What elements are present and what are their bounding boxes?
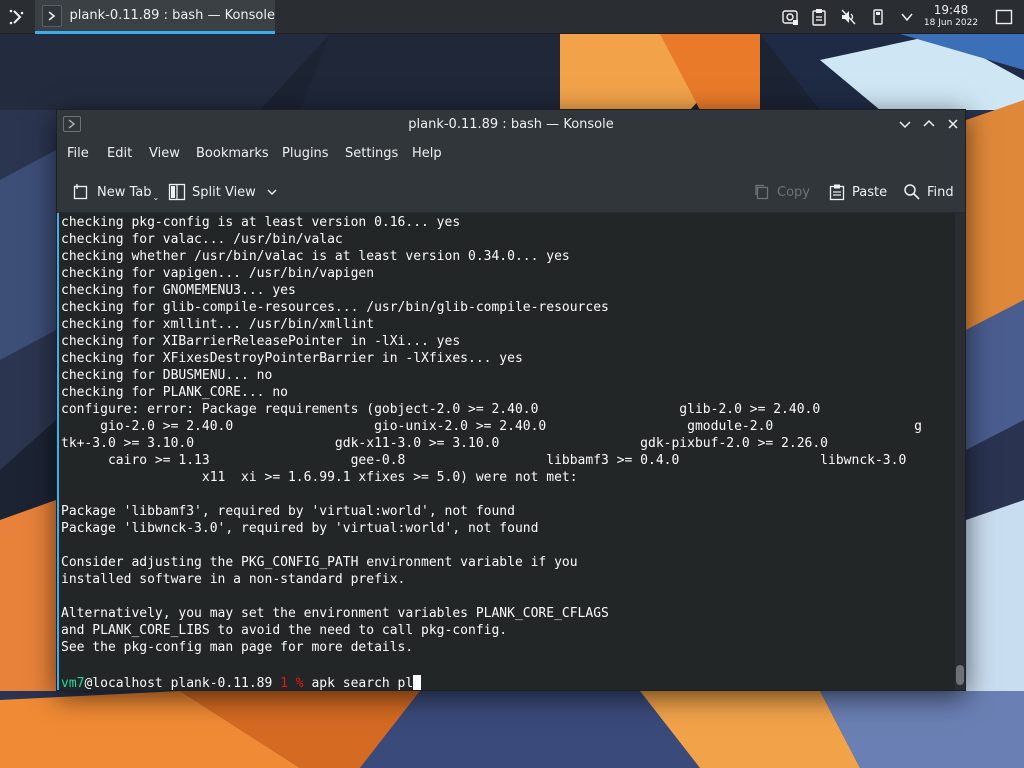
prompt-user: vm7 — [61, 676, 85, 690]
application-launcher-icon[interactable] — [6, 6, 28, 28]
terminal-line: and PLANK_CORE_LIBS to avoid the need to… — [61, 623, 508, 638]
terminal-line: installed software in a non-standard pre… — [61, 572, 406, 587]
split-view-label: Split View — [192, 184, 256, 200]
menu-edit[interactable]: Edit — [107, 146, 132, 161]
terminal-line: checking for valac... /usr/bin/valac — [61, 232, 343, 247]
search-icon — [904, 184, 920, 200]
minimize-button[interactable] — [897, 116, 913, 132]
menu-bar: File Edit View Bookmarks Plugins Setting… — [57, 138, 965, 170]
terminal-line: checking for DBUSMENU... no — [61, 368, 273, 383]
terminal-line: checking for PLANK_CORE... no — [61, 385, 288, 400]
copy-icon — [755, 184, 769, 200]
digital-clock[interactable]: 19:48 18 Jun 2022 — [920, 4, 982, 29]
prompt-exit-status: 1 % — [280, 676, 304, 690]
terminal-line: checking whether /usr/bin/valac is at le… — [61, 249, 570, 264]
terminal-line: x11 xi >= 1.6.99.1 xfixes >= 5.0) were n… — [61, 470, 578, 485]
paste-button[interactable]: Paste — [828, 181, 887, 203]
split-view-button[interactable]: Split View — [168, 181, 278, 203]
terminal-line: checking for glib-compile-resources... /… — [61, 300, 609, 315]
konsole-window: plank-0.11.89 : bash — Konsole File Edit… — [56, 109, 966, 691]
toolbar: New Tab ⌄ Split View Copy Paste Find — [57, 172, 965, 213]
terminal-line: checking pkg-config is at least version … — [61, 215, 461, 230]
copy-label: Copy — [777, 184, 810, 200]
chevron-down-icon[interactable] — [897, 7, 917, 27]
terminal-line: checking for GNOMEMENU3... yes — [61, 283, 296, 298]
new-tab-icon — [73, 184, 88, 200]
terminal-line: tk+-3.0 >= 3.10.0 gdk-x11-3.0 >= 3.10.0 … — [61, 436, 829, 451]
copy-button[interactable]: Copy — [753, 181, 810, 203]
konsole-icon — [42, 4, 62, 27]
terminal-scrollbar[interactable] — [955, 213, 965, 690]
shell-prompt[interactable]: vm7@localhost plank-0.11.89 1 % apk sear… — [61, 675, 422, 690]
chevron-down-icon — [267, 189, 277, 195]
terminal-line: checking for XIBarrierReleasePointer in … — [61, 334, 461, 349]
terminal-line: checking for vapigen... /usr/bin/vapigen — [61, 266, 375, 281]
window-titlebar[interactable]: plank-0.11.89 : bash — Konsole — [57, 110, 965, 138]
show-desktop-icon[interactable] — [994, 7, 1014, 27]
new-tab-label: New Tab — [97, 184, 152, 200]
prompt-command: apk search pl — [303, 676, 414, 690]
terminal-line: Package 'libwnck-3.0', required by 'virt… — [61, 521, 539, 536]
close-button[interactable] — [945, 116, 961, 132]
terminal-line: cairo >= 1.13 gee-0.8 libbamf3 >= 0.4.0 … — [61, 453, 907, 468]
menu-help[interactable]: Help — [412, 146, 442, 161]
clipboard-icon[interactable] — [809, 7, 829, 27]
maximize-button[interactable] — [921, 116, 937, 132]
usb-device-icon[interactable] — [868, 7, 888, 27]
terminal-line: checking for XFixesDestroyPointerBarrier… — [61, 351, 523, 366]
clock-time: 19:48 — [933, 3, 969, 17]
window-title: plank-0.11.89 : bash — Konsole — [408, 117, 614, 132]
prompt-host-dir: @localhost plank-0.11.89 — [84, 676, 281, 690]
paste-icon — [829, 184, 845, 201]
menu-bookmarks[interactable]: Bookmarks — [196, 146, 269, 161]
terminal-view[interactable]: checking pkg-config is at least version … — [57, 213, 955, 690]
terminal-line: checking for xmllint... /usr/bin/xmllint — [61, 317, 375, 332]
terminal-output: checking pkg-config is at least version … — [61, 214, 922, 656]
menu-settings[interactable]: Settings — [345, 146, 398, 161]
find-button[interactable]: Find — [903, 181, 954, 203]
terminal-line: configure: error: Package requirements (… — [61, 402, 821, 417]
volume-muted-icon[interactable] — [838, 7, 858, 27]
vault-icon[interactable] — [780, 7, 800, 27]
paste-label: Paste — [852, 184, 888, 200]
terminal-line: Package 'libbamf3', required by 'virtual… — [61, 504, 515, 519]
find-label: Find — [927, 184, 954, 200]
terminal-line: Alternatively, you may set the environme… — [61, 606, 609, 621]
focus-indicator — [57, 213, 59, 690]
scrollbar-thumb[interactable] — [956, 665, 964, 685]
menu-file[interactable]: File — [67, 146, 89, 161]
menu-view[interactable]: View — [149, 146, 180, 161]
new-tab-button[interactable]: New Tab ⌄ — [73, 181, 159, 203]
taskbar-task-konsole[interactable]: plank-0.11.89 : bash — Konsole — [35, 0, 275, 34]
text-cursor — [413, 675, 422, 690]
clock-date: 18 Jun 2022 — [923, 18, 979, 28]
taskbar-task-label: plank-0.11.89 : bash — Konsole — [69, 8, 275, 23]
terminal-line: gio-2.0 >= 2.40.0 gio-unix-2.0 >= 2.40.0… — [61, 419, 922, 434]
terminal-line: Consider adjusting the PKG_CONFIG_PATH e… — [61, 555, 578, 570]
split-view-icon — [168, 183, 186, 201]
menu-plugins[interactable]: Plugins — [282, 146, 329, 161]
terminal-line: See the pkg-config man page for more det… — [61, 640, 414, 655]
top-panel: plank-0.11.89 : bash — Konsole 19:48 18 … — [0, 0, 1024, 34]
